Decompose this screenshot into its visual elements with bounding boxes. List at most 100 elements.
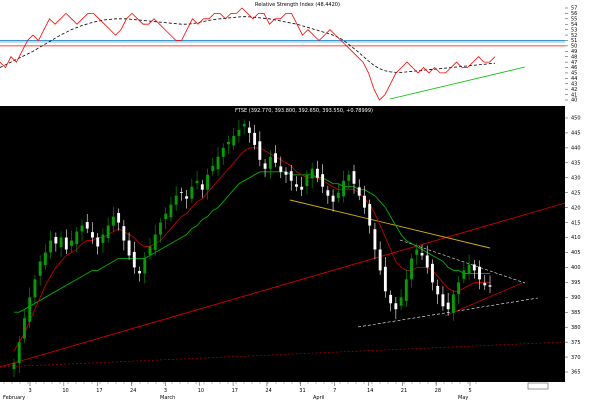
- candle-body: [190, 186, 194, 199]
- candle-body: [138, 271, 141, 274]
- candle-body: [284, 171, 288, 175]
- x-day-label: 21: [401, 388, 407, 394]
- candle-body: [70, 240, 73, 246]
- candle-body: [399, 297, 403, 306]
- candle-body: [378, 249, 382, 271]
- price-tick-label: 390: [571, 295, 581, 301]
- candle-body: [472, 264, 476, 271]
- candle-body: [106, 225, 110, 239]
- candle-body: [242, 123, 246, 127]
- candle-body: [216, 156, 220, 170]
- candle-body: [352, 171, 356, 184]
- x-day-label: 31: [299, 388, 305, 394]
- x-month-label: February: [3, 395, 25, 401]
- x-day-label: 3: [29, 388, 32, 394]
- price-tick-label: 375: [571, 340, 581, 346]
- candle-body: [101, 234, 105, 243]
- price-tick-label: 405: [571, 250, 581, 256]
- candle-body: [394, 303, 398, 310]
- candle-body: [227, 141, 230, 145]
- candle-body: [326, 190, 330, 196]
- candle-body: [483, 282, 487, 286]
- candle-body: [237, 129, 241, 136]
- price-tick-label: 425: [571, 190, 581, 196]
- candle-body: [17, 342, 21, 364]
- candle-body: [49, 240, 53, 253]
- candle-body: [451, 294, 455, 313]
- candle-body: [232, 135, 236, 146]
- candle-body: [169, 204, 173, 218]
- candle-body: [96, 237, 100, 247]
- price-tick-label: 415: [571, 220, 581, 226]
- x-day-label: 5: [469, 388, 472, 394]
- candle-body: [159, 222, 162, 235]
- price-tick-label: 385: [571, 310, 581, 316]
- candle-body: [305, 174, 309, 187]
- candle-body: [436, 285, 440, 295]
- x-day-label: 28: [435, 388, 441, 394]
- candle-body: [148, 246, 152, 255]
- candle-body: [274, 153, 277, 163]
- x-day-label: 10: [62, 388, 68, 394]
- price-tick-label: 440: [571, 146, 581, 152]
- candle-body: [200, 184, 204, 190]
- candle-body: [23, 318, 26, 339]
- candle-body: [383, 266, 387, 292]
- candle-body: [368, 204, 372, 226]
- price-tick-label: 380: [571, 325, 581, 331]
- candle-body: [111, 216, 115, 226]
- candle-body: [206, 174, 209, 190]
- candle-body: [43, 252, 47, 266]
- x-day-label: 17: [232, 388, 238, 394]
- price-tick-label: 430: [571, 175, 581, 181]
- candle-body: [195, 180, 199, 184]
- candle-body: [373, 229, 377, 250]
- candle-body: [85, 221, 89, 229]
- candle-body: [321, 174, 325, 187]
- rsi-title: Relative Strength Index (48.4420): [255, 2, 340, 8]
- candle-body: [132, 251, 136, 268]
- price-tick-label: 400: [571, 265, 581, 271]
- candle-body: [446, 302, 450, 310]
- candle-body: [279, 166, 283, 172]
- candle-body: [247, 127, 251, 133]
- candle-body: [310, 168, 314, 179]
- candle-body: [295, 184, 298, 187]
- candle-body: [117, 213, 121, 223]
- candle-body: [179, 192, 183, 193]
- candle-body: [331, 195, 335, 202]
- candle-body: [488, 285, 492, 287]
- candle-body: [59, 237, 63, 248]
- candle-body: [64, 237, 68, 250]
- candle-body: [410, 258, 413, 280]
- candle-body: [268, 156, 272, 169]
- candle-body: [28, 297, 32, 322]
- price-tick-label: 445: [571, 131, 581, 137]
- price-tick-label: 450: [571, 116, 581, 122]
- x-month-label: March: [160, 395, 175, 401]
- price-title: FTSE (392.770, 393.800, 392.650, 393.550…: [235, 108, 373, 114]
- candle-body: [253, 132, 257, 145]
- x-day-label: 17: [96, 388, 102, 394]
- candle-body: [54, 236, 58, 244]
- candle-body: [336, 192, 340, 199]
- x-day-label: 24: [265, 388, 271, 394]
- candle-body: [122, 226, 126, 241]
- candle-body: [38, 261, 42, 276]
- price-tick-label: 435: [571, 161, 581, 167]
- candle-body: [300, 186, 304, 190]
- candle-body: [143, 258, 147, 274]
- rsi-axis-area: [565, 0, 590, 102]
- candle-body: [431, 263, 434, 283]
- panel-divider: [0, 102, 590, 106]
- candle-body: [174, 195, 178, 205]
- candle-body: [12, 363, 16, 370]
- candle-body: [389, 294, 393, 304]
- price-tick-label: 410: [571, 235, 581, 241]
- candle-body: [80, 225, 84, 232]
- candle-body: [164, 213, 168, 219]
- candle-body: [441, 294, 445, 307]
- candle-body: [415, 249, 419, 255]
- price-tick-label: 395: [571, 280, 581, 286]
- candle-body: [420, 253, 424, 256]
